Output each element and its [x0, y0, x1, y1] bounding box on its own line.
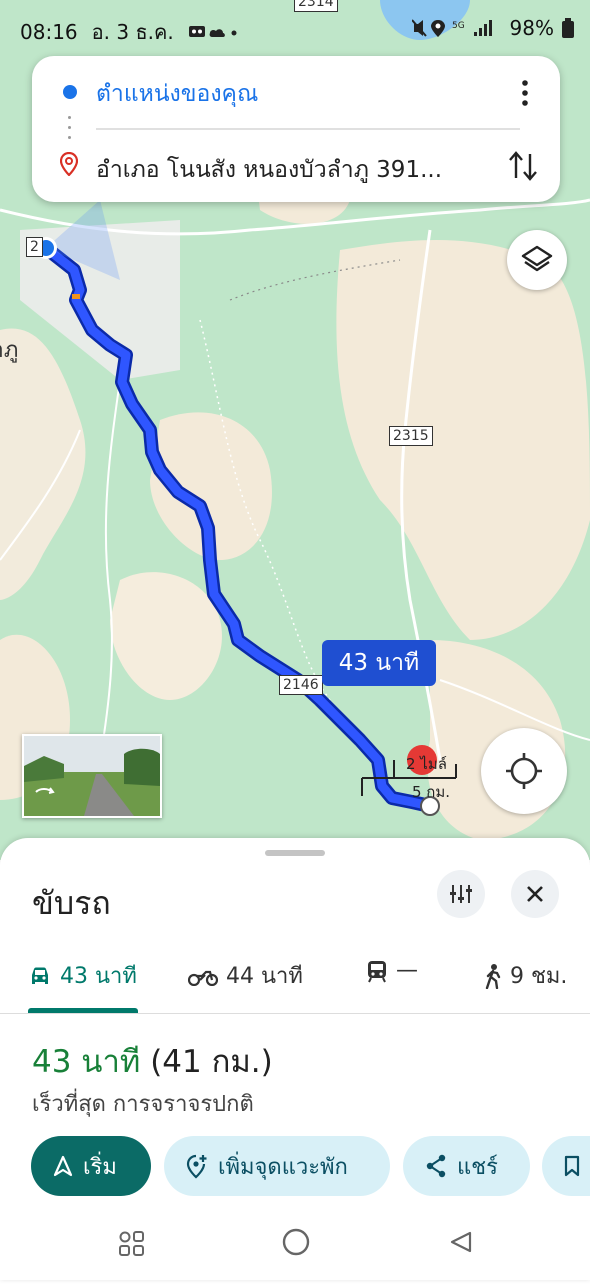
save-button[interactable] [542, 1136, 590, 1196]
add-stop-pin-icon [186, 1154, 207, 1179]
home-icon[interactable] [282, 1228, 310, 1256]
svg-text:5G: 5G [452, 21, 465, 31]
tabs-divider [0, 1013, 590, 1014]
directions-card: ตำแหน่งของคุณ อำเภอ โนนสัง หนองบัวลำภู 3… [32, 56, 560, 202]
status-date: อ. 3 ธ.ค. [91, 20, 174, 44]
back-icon[interactable] [450, 1231, 472, 1253]
layers-icon [521, 245, 553, 272]
route-dots-icon [68, 116, 72, 140]
divider [96, 128, 520, 130]
bookmark-icon [564, 1155, 580, 1177]
tab-transit[interactable]: — [366, 958, 418, 983]
destination-pin-icon [60, 152, 78, 176]
drag-handle[interactable] [265, 850, 325, 856]
tab-driving-label: 43 นาที [60, 964, 137, 989]
notification-icons [188, 26, 237, 37]
tab-driving[interactable]: 43 นาที [28, 958, 137, 993]
walk-icon [485, 963, 501, 989]
scale-km: 5 กม. [412, 783, 451, 801]
car-icon [32, 967, 48, 984]
route-options-button[interactable] [437, 870, 485, 918]
street-view-thumbnail[interactable] [22, 734, 162, 818]
status-bar: 08:16 อ. 3 ธ.ค. 5G 98% [0, 0, 590, 58]
origin-field[interactable]: ตำแหน่งของคุณ [96, 76, 258, 112]
system-status-icons: 5G [411, 19, 492, 37]
close-icon [527, 886, 543, 902]
travel-mode-tabs: 43 นาที 44 นาที — 9 ชม. [0, 948, 590, 1014]
route-subtitle: เร็วที่สุด การจราจรปกติ [32, 1092, 254, 1117]
start-navigation-button[interactable]: เริ่ม [31, 1136, 151, 1196]
road-shield-2: 2 [26, 237, 43, 257]
tab-motorcycle[interactable]: 44 นาที [188, 958, 303, 993]
share-label: แชร์ [457, 1154, 498, 1180]
swap-directions-icon[interactable] [506, 148, 540, 184]
layers-button[interactable] [507, 230, 567, 290]
route-time-bubble[interactable]: 43 นาที [322, 640, 436, 686]
navigation-arrow-icon [53, 1155, 73, 1177]
destination-field[interactable]: อำเภอ โนนสัง หนองบัวลำภู 391... [96, 152, 442, 188]
status-time: 08:16 [20, 20, 78, 44]
transit-icon [368, 960, 386, 982]
add-stop-label: เพิ่มจุดแวะพัก [218, 1154, 348, 1180]
sheet-title: ขับรถ [32, 884, 111, 922]
tab-walking-label: 9 ชม. [510, 964, 568, 989]
my-location-button[interactable] [481, 728, 567, 814]
tab-motorcycle-label: 44 นาที [226, 964, 303, 989]
share-icon [426, 1154, 446, 1178]
add-stop-button[interactable]: เพิ่มจุดแวะพัก [164, 1136, 390, 1196]
map-place-label: ลำภู [0, 338, 19, 363]
battery-percent: 98% [509, 16, 554, 40]
tab-transit-label: — [396, 958, 418, 983]
motorcycle-icon [188, 970, 218, 986]
start-label: เริ่ม [83, 1154, 117, 1180]
scale-miles: 2 ไมล์ [406, 755, 447, 773]
close-button[interactable] [511, 870, 559, 918]
more-options-icon[interactable] [510, 78, 540, 108]
route-distance: (41 กม.) [150, 1044, 273, 1080]
battery-icon [562, 18, 574, 38]
route-duration: 43 นาที [32, 1044, 141, 1080]
road-shield-2146: 2146 [279, 675, 323, 695]
origin-dot-icon [63, 85, 77, 99]
share-button[interactable]: แชร์ [403, 1136, 530, 1196]
tab-walking[interactable]: 9 ชม. [484, 958, 567, 993]
system-navigation-bar [0, 1210, 590, 1280]
road-shield-2315: 2315 [389, 426, 433, 446]
crosshair-icon [506, 753, 542, 789]
recent-apps-icon[interactable] [119, 1231, 144, 1256]
map-scale: 2 ไมล์ 5 กม. [360, 752, 460, 802]
sliders-icon [450, 885, 472, 903]
route-summary: 43 นาที (41 กม.) [32, 1036, 273, 1086]
